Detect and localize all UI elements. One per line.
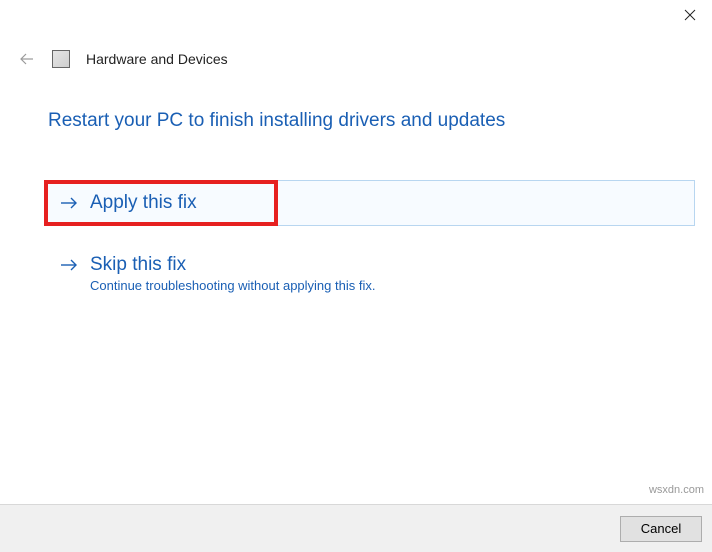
skip-fix-subtitle: Continue troubleshooting without applyin…: [90, 278, 690, 293]
back-arrow-icon: [19, 51, 35, 67]
instruction-heading: Restart your PC to finish installing dri…: [48, 110, 690, 132]
watermark-text: wsxdn.com: [649, 484, 704, 496]
apply-fix-title: Apply this fix: [90, 192, 197, 214]
cancel-button[interactable]: Cancel: [620, 516, 702, 542]
titlebar: [668, 0, 712, 36]
skip-fix-option[interactable]: Skip this fix Continue troubleshooting w…: [60, 254, 690, 293]
arrow-right-icon: [60, 256, 78, 274]
close-icon: [684, 9, 696, 21]
close-button[interactable]: [668, 0, 712, 30]
apply-fix-option[interactable]: Apply this fix: [44, 180, 278, 226]
hardware-devices-icon: [52, 50, 70, 68]
back-button[interactable]: [18, 50, 36, 68]
main-content: Restart your PC to finish installing dri…: [48, 110, 690, 293]
footer-bar: Cancel: [0, 504, 712, 552]
skip-fix-title: Skip this fix: [90, 254, 186, 276]
header: Hardware and Devices: [18, 50, 228, 68]
arrow-right-icon: [60, 194, 78, 212]
troubleshooter-title: Hardware and Devices: [86, 51, 228, 67]
